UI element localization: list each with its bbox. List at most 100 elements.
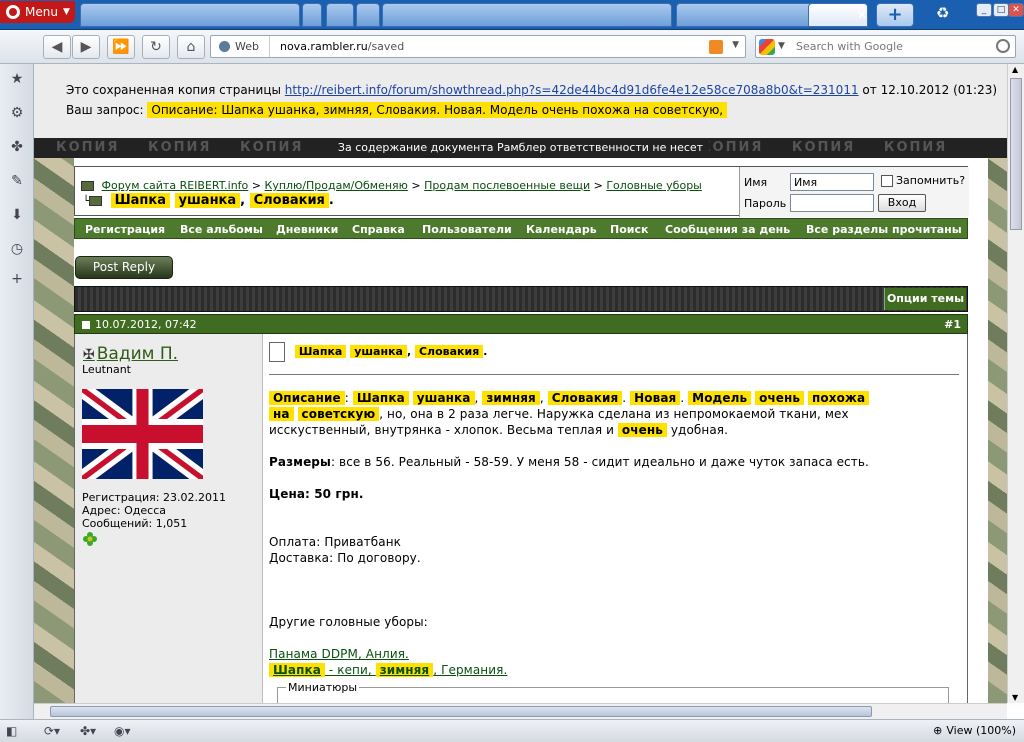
search-icon[interactable] [996,39,1010,53]
username-text: Вадим П. [96,344,179,364]
post-icon [82,321,90,329]
forum-page: Форум сайта REIBERT.info > Куплю/Продам/… [74,166,969,703]
panama-link[interactable]: Панама DDPM, Анлия. [269,647,409,661]
tab-group-2[interactable] [382,3,672,27]
menu-albums[interactable]: Все альбомы [180,223,263,236]
bookmarks-icon[interactable]: ★ [8,70,26,88]
turbo-icon[interactable]: ◉▾ [114,724,140,738]
menu-users[interactable]: Пользователи [422,223,512,236]
breadcrumb-forum-link[interactable]: Форум сайта REIBERT.info [102,179,249,192]
menu-calendar[interactable]: Календарь [526,223,597,236]
thumbnails-label: Миниатюры [286,681,360,694]
page-content: Это сохраненная копия страницы http://re… [34,64,1007,703]
horizontal-scroll-thumb[interactable] [50,706,872,717]
address-host: nova.rambler.ru [279,40,368,53]
post-datetime: 10.07.2012, 07:42 [95,318,197,331]
scroll-down-icon[interactable]: ▼ [1012,693,1018,702]
delivery: Доставка: По договору. [269,551,421,565]
disclaimer-text: За содержание документа Рамблер ответств… [331,141,710,154]
search-input[interactable]: Search with Google [796,40,903,53]
saved-date: от 12.10.2012 (01:23) [862,83,998,97]
title-word: Шапка [110,193,170,208]
address-mode[interactable]: Web [211,36,270,57]
scroll-up-icon[interactable]: ▲ [1012,65,1018,74]
vertical-scrollbar[interactable]: ▲ ▼ [1007,64,1024,703]
thumbnails-box: Миниатюры [277,681,949,703]
desc-line-3: исскуственный, внутрянка - хлопок. Весьм… [269,422,728,438]
rss-icon[interactable] [709,40,723,54]
notes-icon[interactable]: ✎ [8,172,26,190]
vertical-scroll-thumb[interactable] [1010,78,1022,230]
tab-group-1[interactable] [80,3,300,27]
login-form: Имя Запомнить? Пароль Вход [739,167,969,217]
forward-button[interactable]: ▶ [72,35,100,59]
payment: Оплата: Приватбанк [269,535,402,549]
reload-button[interactable]: ↻ [142,35,170,59]
sync-icon[interactable]: ⟳▾ [44,724,70,738]
address-url[interactable]: nova.rambler.ru/saved [270,40,404,53]
breadcrumb-postwar-link[interactable]: Продам послевоенные вещи [424,179,590,192]
widgets-icon[interactable]: ⚙ [8,104,26,122]
tab-scroll-left-2[interactable] [356,3,380,27]
remember-label: Запомнить? [896,174,966,187]
close-tab-icon[interactable]: ✕ [857,8,867,22]
browser-panel: ★ ⚙ ✤ ✎ ⬇ ◷ + [0,64,34,720]
breadcrumb-trade-link[interactable]: Куплю/Продам/Обменяю [265,179,408,192]
address-bar[interactable]: Web nova.rambler.ru/saved ▼ [210,35,746,58]
password-input[interactable] [790,194,874,212]
title-word: Словакия [414,345,484,358]
unite-icon[interactable]: ✤ [8,138,26,156]
remember-checkbox[interactable] [881,175,893,187]
maximize-button[interactable]: □ [993,3,1009,17]
icq-flower-icon[interactable] [82,531,98,547]
menu-mark-read[interactable]: Все разделы прочитаны [806,223,962,236]
thread-options-button[interactable]: Опции темы [884,288,966,310]
panel-toggle-icon[interactable]: ◧ [6,724,32,738]
close-window-button[interactable]: ✕ [1008,3,1024,17]
highlight-word: похожа [808,391,870,405]
post-reply-button[interactable]: Post Reply [75,256,173,279]
menu-help[interactable]: Справка [352,223,405,236]
add-panel-icon[interactable]: + [8,270,26,288]
google-icon[interactable] [759,39,775,55]
kepi-link[interactable]: Шапка - кепи, зимняя, Германия. [269,663,507,677]
search-box[interactable]: ▼ Search with Google [755,35,1016,58]
post-number-link[interactable]: #1 [944,318,961,331]
downloads-icon[interactable]: ⬇ [8,206,26,224]
new-tab-button[interactable]: + [876,3,914,27]
tab-bar: Menu ▼ ✕ + ♻ _ □ ✕ [0,0,1024,30]
forum-menu: Регистрация Все альбомы Дневники Справка… [74,218,968,239]
tab-scroll-left[interactable] [302,3,322,27]
username-input[interactable] [790,173,874,191]
history-icon[interactable]: ◷ [8,240,26,258]
unite-status-icon[interactable]: ✤▾ [80,724,106,738]
menu-register[interactable]: Регистрация [85,223,165,236]
original-url-link[interactable]: http://reibert.info/forum/showthread.php… [285,83,859,97]
zoom-control[interactable]: ⊕ View (100%) [933,724,1016,737]
horizontal-scrollbar[interactable] [34,703,1007,719]
fast-forward-button[interactable]: ⏩ [107,35,135,59]
price: Цена: 50 грн. [269,487,364,501]
folder-icon [89,195,103,206]
menu-today-posts[interactable]: Сообщения за день [665,223,790,236]
login-button[interactable]: Вход [878,194,926,212]
back-button[interactable]: ◀ [43,35,71,59]
home-button[interactable]: ⌂ [177,35,205,59]
breadcrumb-box: Форум сайта REIBERT.info > Куплю/Продам/… [74,166,969,217]
thread-title-breadcrumb: └ Шапка ушанка, Словакия. [83,193,334,208]
chevron-down-icon[interactable]: ▼ [778,41,785,51]
opera-menu-button[interactable]: Menu ▼ [0,1,75,23]
username-link[interactable]: ✠ Вадим П. [83,344,178,364]
sizes-line: Размеры: все в 56. Реальный - 58-59. У м… [269,454,869,470]
tab-item[interactable] [326,3,354,27]
minimize-button[interactable]: _ [976,3,992,17]
menu-search[interactable]: Поиск [610,223,648,236]
link-text: , Германия. [433,663,508,677]
breadcrumb-headwear-link[interactable]: Головные уборы [606,179,702,192]
menu-blogs[interactable]: Дневники [276,223,338,236]
other-link-line-2: Шапка - кепи, зимняя, Германия. [269,662,507,678]
camo-right [988,64,1007,703]
chevron-down-icon[interactable]: ▼ [732,40,739,50]
chevron-down-icon: ▼ [62,7,70,17]
trash-icon[interactable]: ♻ [936,4,956,24]
